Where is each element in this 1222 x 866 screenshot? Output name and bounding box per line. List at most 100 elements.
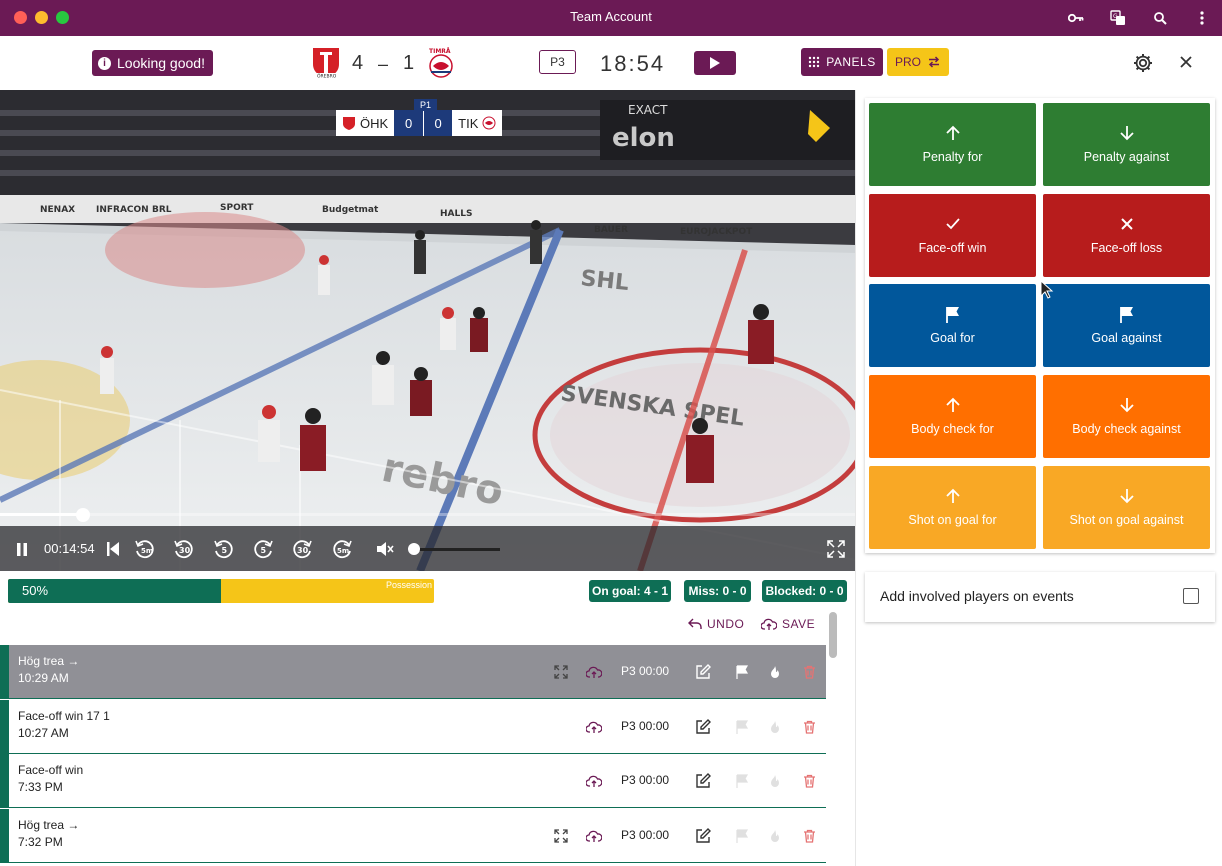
event-time: 7:32 PM <box>18 835 63 849</box>
goal-against-button[interactable]: Goal against <box>1043 284 1210 367</box>
seek-progress <box>0 513 84 516</box>
cloud-upload-icon[interactable] <box>585 718 603 736</box>
edit-icon[interactable] <box>694 827 712 845</box>
involved-players-label: Add involved players on events <box>880 588 1074 604</box>
action-label: Shot on goal for <box>908 513 997 527</box>
cloud-upload-icon[interactable] <box>585 663 603 681</box>
shot-on-goal-for-button[interactable]: Shot on goal for <box>869 466 1036 549</box>
edit-icon[interactable] <box>694 718 712 736</box>
fire-icon[interactable] <box>766 827 784 845</box>
flag-icon[interactable] <box>733 718 751 736</box>
play-icon <box>710 57 720 69</box>
forward-5m-icon[interactable]: 5m <box>330 538 354 560</box>
edit-icon[interactable] <box>694 663 712 681</box>
video-frame: elon EXACT NENAX INFRACON BRL SPORT Budgetma… <box>0 90 856 571</box>
rewind-5s-icon[interactable]: 5 <box>212 538 236 560</box>
settings-gear-icon[interactable] <box>1132 52 1154 74</box>
pro-label: PRO <box>894 55 921 69</box>
status-text: Looking good! <box>117 55 205 71</box>
seek-handle[interactable] <box>76 508 91 522</box>
cloud-upload-icon[interactable] <box>585 827 603 845</box>
panels-label: PANELS <box>826 55 876 69</box>
forward-5s-icon[interactable]: 5 <box>251 538 275 560</box>
expand-icon[interactable] <box>552 663 570 681</box>
action-label: Face-off loss <box>1090 241 1163 255</box>
flag-icon[interactable] <box>733 772 751 790</box>
more-vertical-icon[interactable] <box>1192 8 1212 28</box>
possession-label: Possession <box>385 580 432 590</box>
mute-icon[interactable] <box>375 538 395 560</box>
zoom-icon[interactable] <box>1150 8 1170 28</box>
event-row[interactable]: Face-off win 17 1 10:27 AM P3 00:00 <box>0 700 826 754</box>
delete-icon[interactable] <box>800 827 818 845</box>
event-row[interactable]: Face-off win 7:33 PM P3 00:00 <box>0 754 826 808</box>
video-player[interactable]: elon EXACT NENAX INFRACON BRL SPORT Budgetma… <box>0 90 856 571</box>
rewind-30s-icon[interactable]: 30 <box>172 538 196 560</box>
undo-button[interactable]: UNDO <box>688 617 744 631</box>
undo-label: UNDO <box>707 617 745 631</box>
away-score: 1 <box>403 52 415 74</box>
play-clock-button[interactable] <box>694 51 736 75</box>
flag-icon[interactable] <box>733 827 751 845</box>
svg-text:ÖREBRO: ÖREBRO <box>317 73 337 80</box>
period-indicator[interactable]: P3 <box>539 50 576 74</box>
pro-button[interactable]: PRO <box>887 48 949 76</box>
scrollbar-thumb[interactable] <box>829 612 837 658</box>
flag-icon[interactable] <box>733 663 751 681</box>
fire-icon[interactable] <box>766 772 784 790</box>
arrow-down-icon <box>1119 398 1134 413</box>
edit-icon[interactable] <box>694 772 712 790</box>
cloud-upload-icon[interactable] <box>585 772 603 790</box>
close-icon[interactable] <box>1177 53 1195 71</box>
penalty-for-button[interactable]: Penalty for <box>869 103 1036 186</box>
fire-icon[interactable] <box>766 663 784 681</box>
svg-text:5m: 5m <box>337 547 349 555</box>
volume-track[interactable] <box>412 548 500 551</box>
event-row[interactable]: Hög trea → 7:32 PM P3 00:00 <box>0 809 826 863</box>
involved-players-checkbox[interactable] <box>1183 588 1199 604</box>
svg-text:INFRACON: INFRACON <box>96 205 149 215</box>
grid-icon <box>809 56 820 68</box>
miss-badge: Miss: 0 - 0 <box>684 580 751 602</box>
delete-icon[interactable] <box>800 663 818 681</box>
video-controls: 00:14:54 5m 30 5 5 30 5m <box>0 526 856 571</box>
action-label: Body check for <box>911 422 994 436</box>
event-row[interactable]: Hög trea → 10:29 AM P3 00:00 <box>0 645 826 699</box>
seek-track[interactable] <box>0 513 856 516</box>
forward-30s-icon[interactable]: 30 <box>290 538 314 560</box>
event-accent <box>0 700 9 753</box>
svg-text:30: 30 <box>297 546 309 555</box>
involved-players-option: Add involved players on events <box>865 572 1215 622</box>
body-check-for-button[interactable]: Body check for <box>869 375 1036 458</box>
delete-icon[interactable] <box>800 772 818 790</box>
translate-icon[interactable]: G <box>1108 8 1128 28</box>
penalty-against-button[interactable]: Penalty against <box>1043 103 1210 186</box>
action-label: Shot on goal against <box>1069 513 1184 527</box>
arrow-up-icon <box>945 125 960 140</box>
key-icon[interactable] <box>1066 8 1086 28</box>
panels-button[interactable]: PANELS <box>801 48 883 76</box>
arrow-up-icon <box>945 488 960 503</box>
body-check-against-button[interactable]: Body check against <box>1043 375 1210 458</box>
face-off-loss-button[interactable]: Face-off loss <box>1043 194 1210 277</box>
rewind-5m-icon[interactable]: 5m <box>133 538 157 560</box>
event-list-scrollbar[interactable] <box>829 612 837 860</box>
expand-icon[interactable] <box>552 827 570 845</box>
current-time: 00:14:54 <box>44 541 95 556</box>
face-off-win-button[interactable]: Face-off win <box>869 194 1036 277</box>
event-period: P3 00:00 <box>621 828 670 842</box>
svg-text:Budgetmat: Budgetmat <box>322 205 379 215</box>
action-label: Face-off win <box>918 241 987 255</box>
goal-for-button[interactable]: Goal for <box>869 284 1036 367</box>
fire-icon[interactable] <box>766 718 784 736</box>
svg-text:SHL: SHL <box>579 266 630 296</box>
fullscreen-icon[interactable] <box>826 538 846 560</box>
volume-handle[interactable] <box>408 543 420 555</box>
arrow-up-icon <box>945 397 960 412</box>
delete-icon[interactable] <box>800 718 818 736</box>
skip-to-start-icon[interactable] <box>104 538 122 560</box>
shot-on-goal-against-button[interactable]: Shot on goal against <box>1043 466 1210 549</box>
pause-icon[interactable] <box>14 538 30 560</box>
event-period: P3 00:00 <box>621 719 670 733</box>
save-button[interactable]: SAVE <box>761 617 815 631</box>
